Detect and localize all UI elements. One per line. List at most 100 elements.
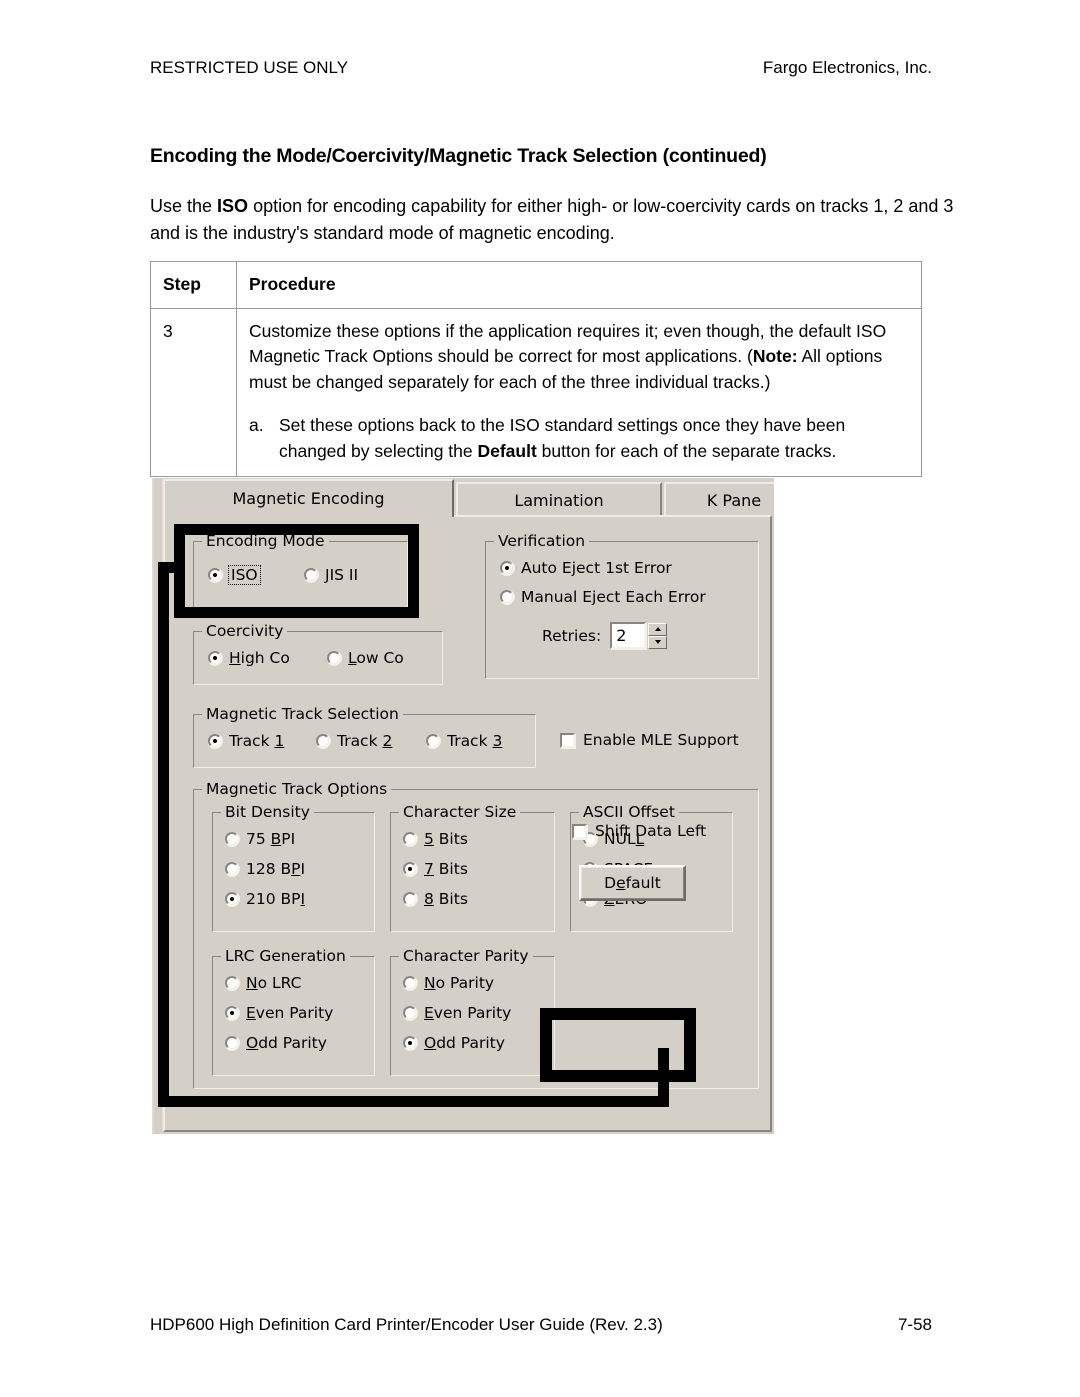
radio-track-1[interactable]: Track 1 (208, 732, 284, 750)
group-encoding-mode: Encoding Mode ISO JIS II (193, 532, 408, 609)
callout-leader-horizontal (158, 1096, 669, 1107)
checkbox-box-icon (560, 732, 575, 748)
radio-128-bpi[interactable]: 128 BPI (225, 860, 305, 878)
tab-k-panel-label: K Pane (706, 491, 762, 510)
radio-8-bits[interactable]: 8 Bits (403, 890, 468, 908)
radio-auto-eject-1st-error-label: Auto Eject 1st Error (521, 559, 672, 577)
intro-term-iso: ISO (217, 196, 249, 216)
retries-decrement-button[interactable] (648, 635, 668, 649)
tab-magnetic-encoding-label: Magnetic Encoding (232, 489, 385, 508)
radio-dot-icon (225, 1006, 239, 1020)
intro-paragraph: Use the ISO option for encoding capabili… (150, 193, 960, 247)
radio-dot-icon (225, 1036, 239, 1050)
group-character-parity-title: Character Parity (399, 947, 533, 965)
group-verification: Verification Auto Eject 1st Error Manual… (485, 532, 759, 679)
radio-track-3-label: Track 3 (447, 732, 503, 750)
callout-default-bottom (540, 1070, 696, 1082)
checkbox-enable-mle-support[interactable]: Enable MLE Support (560, 731, 739, 749)
group-magnetic-track-selection-title: Magnetic Track Selection (202, 705, 403, 723)
tab-lamination[interactable]: Lamination (456, 482, 662, 515)
radio-manual-eject-each-error[interactable]: Manual Eject Each Error (500, 588, 706, 606)
radio-5-bits[interactable]: 5 Bits (403, 830, 468, 848)
checkbox-enable-mle-support-label: Enable MLE Support (583, 731, 739, 749)
callout-encoding-mode-right (408, 524, 419, 618)
default-button[interactable]: Default (579, 865, 686, 901)
tab-magnetic-encoding[interactable]: Magnetic Encoding (163, 479, 454, 517)
radio-75-bpi-label: 75 BPI (246, 830, 296, 848)
radio-low-co-label: Low Co (348, 649, 404, 667)
radio-lrc-odd-parity[interactable]: Odd Parity (225, 1034, 327, 1052)
radio-track-3[interactable]: Track 3 (426, 732, 502, 750)
radio-210-bpi[interactable]: 210 BPI (225, 890, 305, 908)
group-lrc-generation-title: LRC Generation (221, 947, 350, 965)
radio-dot-icon (327, 651, 341, 665)
radio-encoding-mode-iso-label: ISO (228, 565, 261, 585)
checkbox-shift-data-left[interactable]: Shift Data Left (572, 822, 706, 840)
radio-high-co[interactable]: High Co (208, 649, 290, 667)
table-header-row: Step Procedure (150, 261, 922, 309)
radio-no-parity[interactable]: No Parity (403, 974, 494, 992)
radio-manual-eject-each-error-label: Manual Eject Each Error (521, 588, 706, 606)
column-header-step: Step (150, 261, 237, 309)
radio-auto-eject-1st-error[interactable]: Auto Eject 1st Error (500, 559, 672, 577)
group-magnetic-track-selection: Magnetic Track Selection Track 1 Track 2… (193, 705, 536, 768)
radio-75-bpi[interactable]: 75 BPI (225, 830, 295, 848)
radio-encoding-mode-jis2-label: JIS II (325, 566, 359, 584)
radio-dot-icon (208, 568, 222, 582)
sub-text-post: button for each of the separate tracks. (536, 440, 837, 461)
procedure-sub-item: a. Set these options back to the ISO sta… (249, 413, 909, 464)
radio-no-lrc[interactable]: No LRC (225, 974, 301, 992)
footer-left-text: HDP600 High Definition Card Printer/Enco… (150, 1315, 663, 1334)
group-character-size-title: Character Size (399, 803, 521, 821)
retries-input[interactable]: 2 (610, 622, 647, 649)
sub-item-marker: a. (249, 415, 264, 435)
sub-item-text: Set these options back to the ISO standa… (279, 413, 909, 464)
radio-char-odd-parity[interactable]: Odd Parity (403, 1034, 505, 1052)
intro-text-post: option for encoding capability for eithe… (150, 196, 954, 243)
radio-lrc-even-parity[interactable]: Even Parity (225, 1004, 333, 1022)
header-left-text: RESTRICTED USE ONLY (150, 58, 349, 77)
group-bit-density-title: Bit Density (221, 803, 314, 821)
radio-dot-icon (403, 832, 417, 846)
footer-right-page-number: 7-58 (897, 1315, 932, 1334)
radio-dot-icon (403, 976, 417, 990)
radio-dot-icon (403, 862, 417, 876)
radio-high-co-label: High Co (229, 649, 290, 667)
radio-char-even-parity-label: Even Parity (424, 1004, 512, 1022)
radio-no-parity-label: No Parity (424, 974, 495, 992)
magnetic-encoding-dialog-screenshot: Magnetic Encoding Lamination K Pane Enco… (152, 478, 774, 1134)
retries-control: Retries: 2 (542, 622, 668, 649)
radio-dot-icon (316, 734, 330, 748)
radio-dot-icon (208, 651, 222, 665)
tab-strip: Magnetic Encoding Lamination K Pane (163, 479, 774, 517)
radio-track-1-label: Track 1 (229, 732, 285, 750)
procedure-cell: Customize these options if the applicati… (236, 307, 922, 477)
callout-leader-elbow-top (158, 562, 185, 573)
radio-encoding-mode-jis2[interactable]: JIS II (304, 566, 358, 584)
column-header-procedure: Procedure (236, 261, 922, 309)
chevron-down-icon (654, 640, 661, 644)
tab-lamination-label: Lamination (514, 491, 604, 510)
page-title: Encoding the Mode/Coercivity/Magnetic Tr… (150, 145, 767, 167)
group-ascii-offset-title: ASCII Offset (579, 803, 679, 821)
radio-128-bpi-label: 128 BPI (246, 860, 306, 878)
radio-8-bits-label: 8 Bits (424, 890, 468, 908)
tab-k-panel[interactable]: K Pane (664, 482, 774, 515)
radio-dot-icon (426, 734, 440, 748)
radio-dot-icon (403, 892, 417, 906)
radio-dot-icon (225, 862, 239, 876)
radio-char-odd-parity-label: Odd Parity (424, 1034, 505, 1052)
radio-char-even-parity[interactable]: Even Parity (403, 1004, 511, 1022)
group-magnetic-track-options: Magnetic Track Options Bit Density 75 BP… (193, 780, 759, 1089)
radio-dot-icon (403, 1036, 417, 1050)
retries-increment-button[interactable] (648, 622, 668, 636)
radio-track-2[interactable]: Track 2 (316, 732, 392, 750)
radio-7-bits[interactable]: 7 Bits (403, 860, 468, 878)
radio-encoding-mode-iso[interactable]: ISO (208, 565, 261, 585)
chevron-up-icon (654, 627, 661, 631)
radio-low-co[interactable]: Low Co (327, 649, 404, 667)
radio-dot-icon (304, 568, 318, 582)
group-bit-density: Bit Density 75 BPI 128 BPI 210 BPI (212, 803, 375, 932)
radio-210-bpi-label: 210 BPI (246, 890, 306, 908)
default-button-reference: Default (477, 440, 537, 461)
